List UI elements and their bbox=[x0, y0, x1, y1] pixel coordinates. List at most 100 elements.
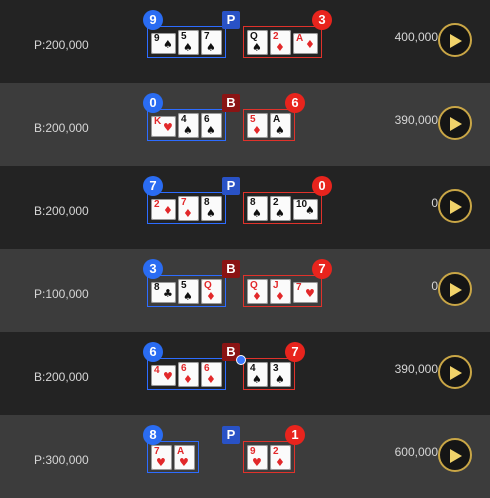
playing-card: 4 ♠ bbox=[178, 113, 199, 138]
winner-badge: P bbox=[222, 426, 240, 444]
playing-card: 2 ♦ bbox=[270, 445, 291, 470]
playing-card: 4 ♠ bbox=[247, 362, 268, 387]
history-row: P:300,000 600,000 7 ♥ A ♥ 9 ♥ 2 ♦ 8 1 P bbox=[0, 415, 490, 498]
play-icon bbox=[450, 283, 462, 297]
card-rank: 4 bbox=[154, 365, 160, 376]
playing-card: A ♥ bbox=[174, 445, 195, 470]
play-icon bbox=[450, 117, 462, 131]
bet-amount: P:300,000 bbox=[34, 453, 89, 467]
card-board: K ♥ 4 ♠ 6 ♠ 5 ♦ A ♠ 0 6 B bbox=[143, 83, 326, 166]
replay-button[interactable] bbox=[438, 189, 472, 223]
replay-button[interactable] bbox=[438, 438, 472, 472]
card-suit-icon: ♠ bbox=[305, 204, 315, 217]
playing-card: 5 ♠ bbox=[178, 279, 199, 304]
card-suit-icon: ♥ bbox=[163, 121, 173, 134]
card-suit-icon: ♠ bbox=[183, 41, 193, 54]
banker-hand: 4 ♠ 3 ♠ bbox=[243, 358, 295, 390]
play-icon bbox=[450, 449, 462, 463]
card-suit-icon: ♦ bbox=[275, 290, 285, 303]
card-rank: 8 bbox=[154, 282, 160, 293]
playing-card: 8 ♠ bbox=[201, 196, 222, 221]
card-board: 8 ♣ 5 ♠ Q ♦ Q ♦ J ♦ 7 ♥ 3 7 B bbox=[143, 249, 332, 332]
playing-card: Q ♦ bbox=[201, 279, 222, 304]
winner-badge: B bbox=[222, 260, 240, 278]
card-suit-icon: ♦ bbox=[305, 38, 315, 51]
play-icon bbox=[450, 200, 462, 214]
playing-card: 2 ♠ bbox=[270, 196, 291, 221]
replay-button[interactable] bbox=[438, 272, 472, 306]
card-board: 9 ♠ 5 ♠ 7 ♠ Q ♠ 2 ♦ A ♦ 9 3 P bbox=[143, 0, 332, 83]
playing-card: J ♦ bbox=[270, 279, 291, 304]
banker-score: 7 bbox=[312, 259, 332, 279]
player-hand: 7 ♥ A ♥ bbox=[147, 441, 199, 473]
player-hand: 8 ♣ 5 ♠ Q ♦ bbox=[147, 275, 226, 307]
card-board: 4 ♥ 6 ♦ 6 ♦ 4 ♠ 3 ♠ 6 7 B bbox=[143, 332, 326, 415]
playing-card: 2 ♦ bbox=[151, 199, 176, 220]
player-hand: 2 ♦ 7 ♦ 8 ♠ bbox=[147, 192, 226, 224]
win-amount: 0 bbox=[431, 196, 438, 210]
playing-card: 7 ♥ bbox=[293, 282, 318, 303]
banker-score: 0 bbox=[312, 176, 332, 196]
card-suit-icon: ♦ bbox=[206, 373, 216, 386]
card-suit-icon: ♦ bbox=[275, 456, 285, 469]
playing-card: 3 ♠ bbox=[270, 362, 291, 387]
card-board: 2 ♦ 7 ♦ 8 ♠ 8 ♠ 2 ♠ 10 ♠ 7 0 P bbox=[143, 166, 332, 249]
replay-button[interactable] bbox=[438, 23, 472, 57]
playing-card: K ♥ bbox=[151, 116, 176, 137]
card-suit-icon: ♠ bbox=[252, 41, 262, 54]
card-suit-icon: ♠ bbox=[275, 124, 285, 137]
card-suit-icon: ♠ bbox=[206, 41, 216, 54]
playing-card: 7 ♦ bbox=[178, 196, 199, 221]
playing-card: 8 ♠ bbox=[247, 196, 268, 221]
history-row: P:100,000 0 8 ♣ 5 ♠ Q ♦ Q ♦ J ♦ 7 ♥ 3 7 B bbox=[0, 249, 490, 332]
card-suit-icon: ♠ bbox=[183, 290, 193, 303]
replay-button[interactable] bbox=[438, 106, 472, 140]
playing-card: 6 ♠ bbox=[201, 113, 222, 138]
banker-hand: 9 ♥ 2 ♦ bbox=[243, 441, 295, 473]
player-score: 0 bbox=[143, 93, 163, 113]
playing-card: 8 ♣ bbox=[151, 282, 176, 303]
card-rank: K bbox=[154, 116, 162, 127]
player-score: 3 bbox=[143, 259, 163, 279]
card-suit-icon: ♦ bbox=[183, 207, 193, 220]
card-suit-icon: ♥ bbox=[305, 287, 315, 300]
card-rank: 7 bbox=[296, 282, 302, 293]
card-rank: 2 bbox=[154, 199, 160, 210]
card-suit-icon: ♥ bbox=[156, 456, 166, 469]
card-suit-icon: ♦ bbox=[252, 124, 262, 137]
win-amount: 390,000 bbox=[394, 113, 438, 127]
winner-badge: B bbox=[222, 94, 240, 112]
playing-card: A ♦ bbox=[293, 33, 318, 54]
win-amount: 400,000 bbox=[394, 30, 438, 44]
win-amount: 600,000 bbox=[394, 445, 438, 459]
card-suit-icon: ♦ bbox=[275, 41, 285, 54]
playing-card: 5 ♦ bbox=[247, 113, 268, 138]
card-suit-icon: ♠ bbox=[275, 207, 285, 220]
card-suit-icon: ♦ bbox=[183, 373, 193, 386]
player-hand: 9 ♠ 5 ♠ 7 ♠ bbox=[147, 26, 226, 58]
card-suit-icon: ♠ bbox=[163, 38, 173, 51]
playing-card: 2 ♦ bbox=[270, 30, 291, 55]
winner-badge: P bbox=[222, 11, 240, 29]
card-rank: 9 bbox=[154, 33, 160, 44]
history-row: B:200,000 390,000 4 ♥ 6 ♦ 6 ♦ 4 ♠ 3 ♠ 6 7 B bbox=[0, 332, 490, 415]
bet-amount: P:200,000 bbox=[34, 38, 89, 52]
win-amount: 390,000 bbox=[394, 362, 438, 376]
card-suit-icon: ♦ bbox=[252, 290, 262, 303]
card-suit-icon: ♦ bbox=[206, 290, 216, 303]
history-row: P:200,000 400,000 9 ♠ 5 ♠ 7 ♠ Q ♠ 2 ♦ A ♦ 9 3 P bbox=[0, 0, 490, 83]
player-score: 6 bbox=[143, 342, 163, 362]
player-score: 8 bbox=[143, 425, 163, 445]
playing-card: 5 ♠ bbox=[178, 30, 199, 55]
banker-hand: Q ♦ J ♦ 7 ♥ bbox=[243, 275, 322, 307]
play-icon bbox=[450, 366, 462, 380]
playing-card: 6 ♦ bbox=[178, 362, 199, 387]
card-suit-icon: ♠ bbox=[275, 373, 285, 386]
playing-card: 7 ♥ bbox=[151, 445, 172, 470]
card-suit-icon: ♣ bbox=[163, 287, 173, 300]
playing-card: Q ♠ bbox=[247, 30, 268, 55]
banker-score: 6 bbox=[285, 93, 305, 113]
playing-card: 4 ♥ bbox=[151, 365, 176, 386]
playing-card: 7 ♠ bbox=[201, 30, 222, 55]
replay-button[interactable] bbox=[438, 355, 472, 389]
